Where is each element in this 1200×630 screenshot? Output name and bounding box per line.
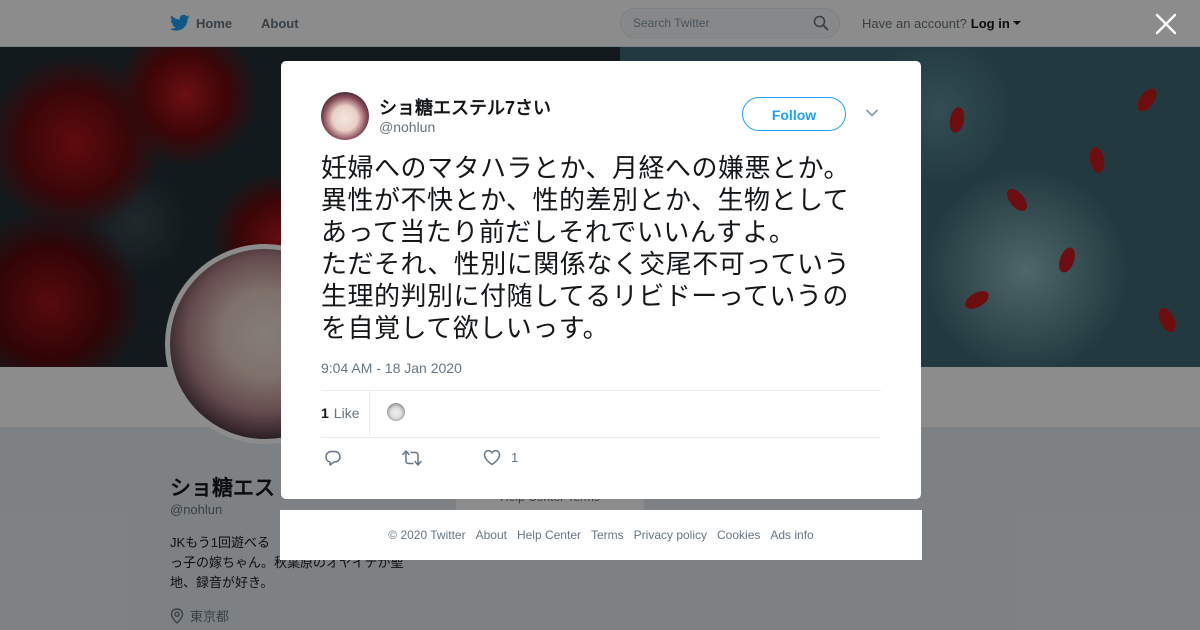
footer-link-about[interactable]: About xyxy=(476,528,507,542)
modal-footer: © 2020 Twitter About Help Center Terms P… xyxy=(280,510,922,560)
close-icon[interactable] xyxy=(1154,12,1178,36)
tweet-author-avatar[interactable] xyxy=(321,92,369,140)
like-action-count: 1 xyxy=(511,450,519,465)
stats-separator xyxy=(369,390,370,436)
tweet-author-name[interactable]: ショ糖エステル7さい xyxy=(379,94,551,120)
footer-link-cookies[interactable]: Cookies xyxy=(717,528,760,542)
footer-copyright: © 2020 Twitter xyxy=(388,528,466,542)
footer-link-privacy[interactable]: Privacy policy xyxy=(634,528,707,542)
stats-top-divider xyxy=(321,390,881,391)
likes-stat[interactable]: 1 Like xyxy=(321,390,359,436)
reply-icon xyxy=(325,450,341,466)
footer-link-terms[interactable]: Terms xyxy=(591,528,624,542)
retweet-button[interactable] xyxy=(402,449,422,467)
heart-icon xyxy=(483,449,501,466)
reply-button[interactable] xyxy=(324,449,342,467)
liker-avatar[interactable] xyxy=(387,403,405,421)
follow-button[interactable]: Follow xyxy=(742,97,846,131)
tweet-text: 妊婦へのマタハラとか、月経への嫌悪とか。 異性が不快とか、性的差別とか、生物とし… xyxy=(321,154,850,344)
chevron-down-icon[interactable] xyxy=(865,108,879,118)
stats-bottom-divider xyxy=(321,437,881,438)
footer-link-help-center[interactable]: Help Center xyxy=(517,528,581,542)
likes-count: 1 xyxy=(321,405,329,421)
like-button[interactable]: 1 xyxy=(483,449,518,466)
retweet-icon xyxy=(402,450,422,466)
tweet-timestamp[interactable]: 9:04 AM - 18 Jan 2020 xyxy=(321,360,462,376)
footer-link-ads-info[interactable]: Ads info xyxy=(770,528,813,542)
tweet-modal: ショ糖エステル7さい @nohlun Follow 妊婦へのマタハラとか、月経へ… xyxy=(281,61,921,499)
likes-label: Like xyxy=(333,405,360,421)
tweet-author-handle[interactable]: @nohlun xyxy=(379,119,435,135)
